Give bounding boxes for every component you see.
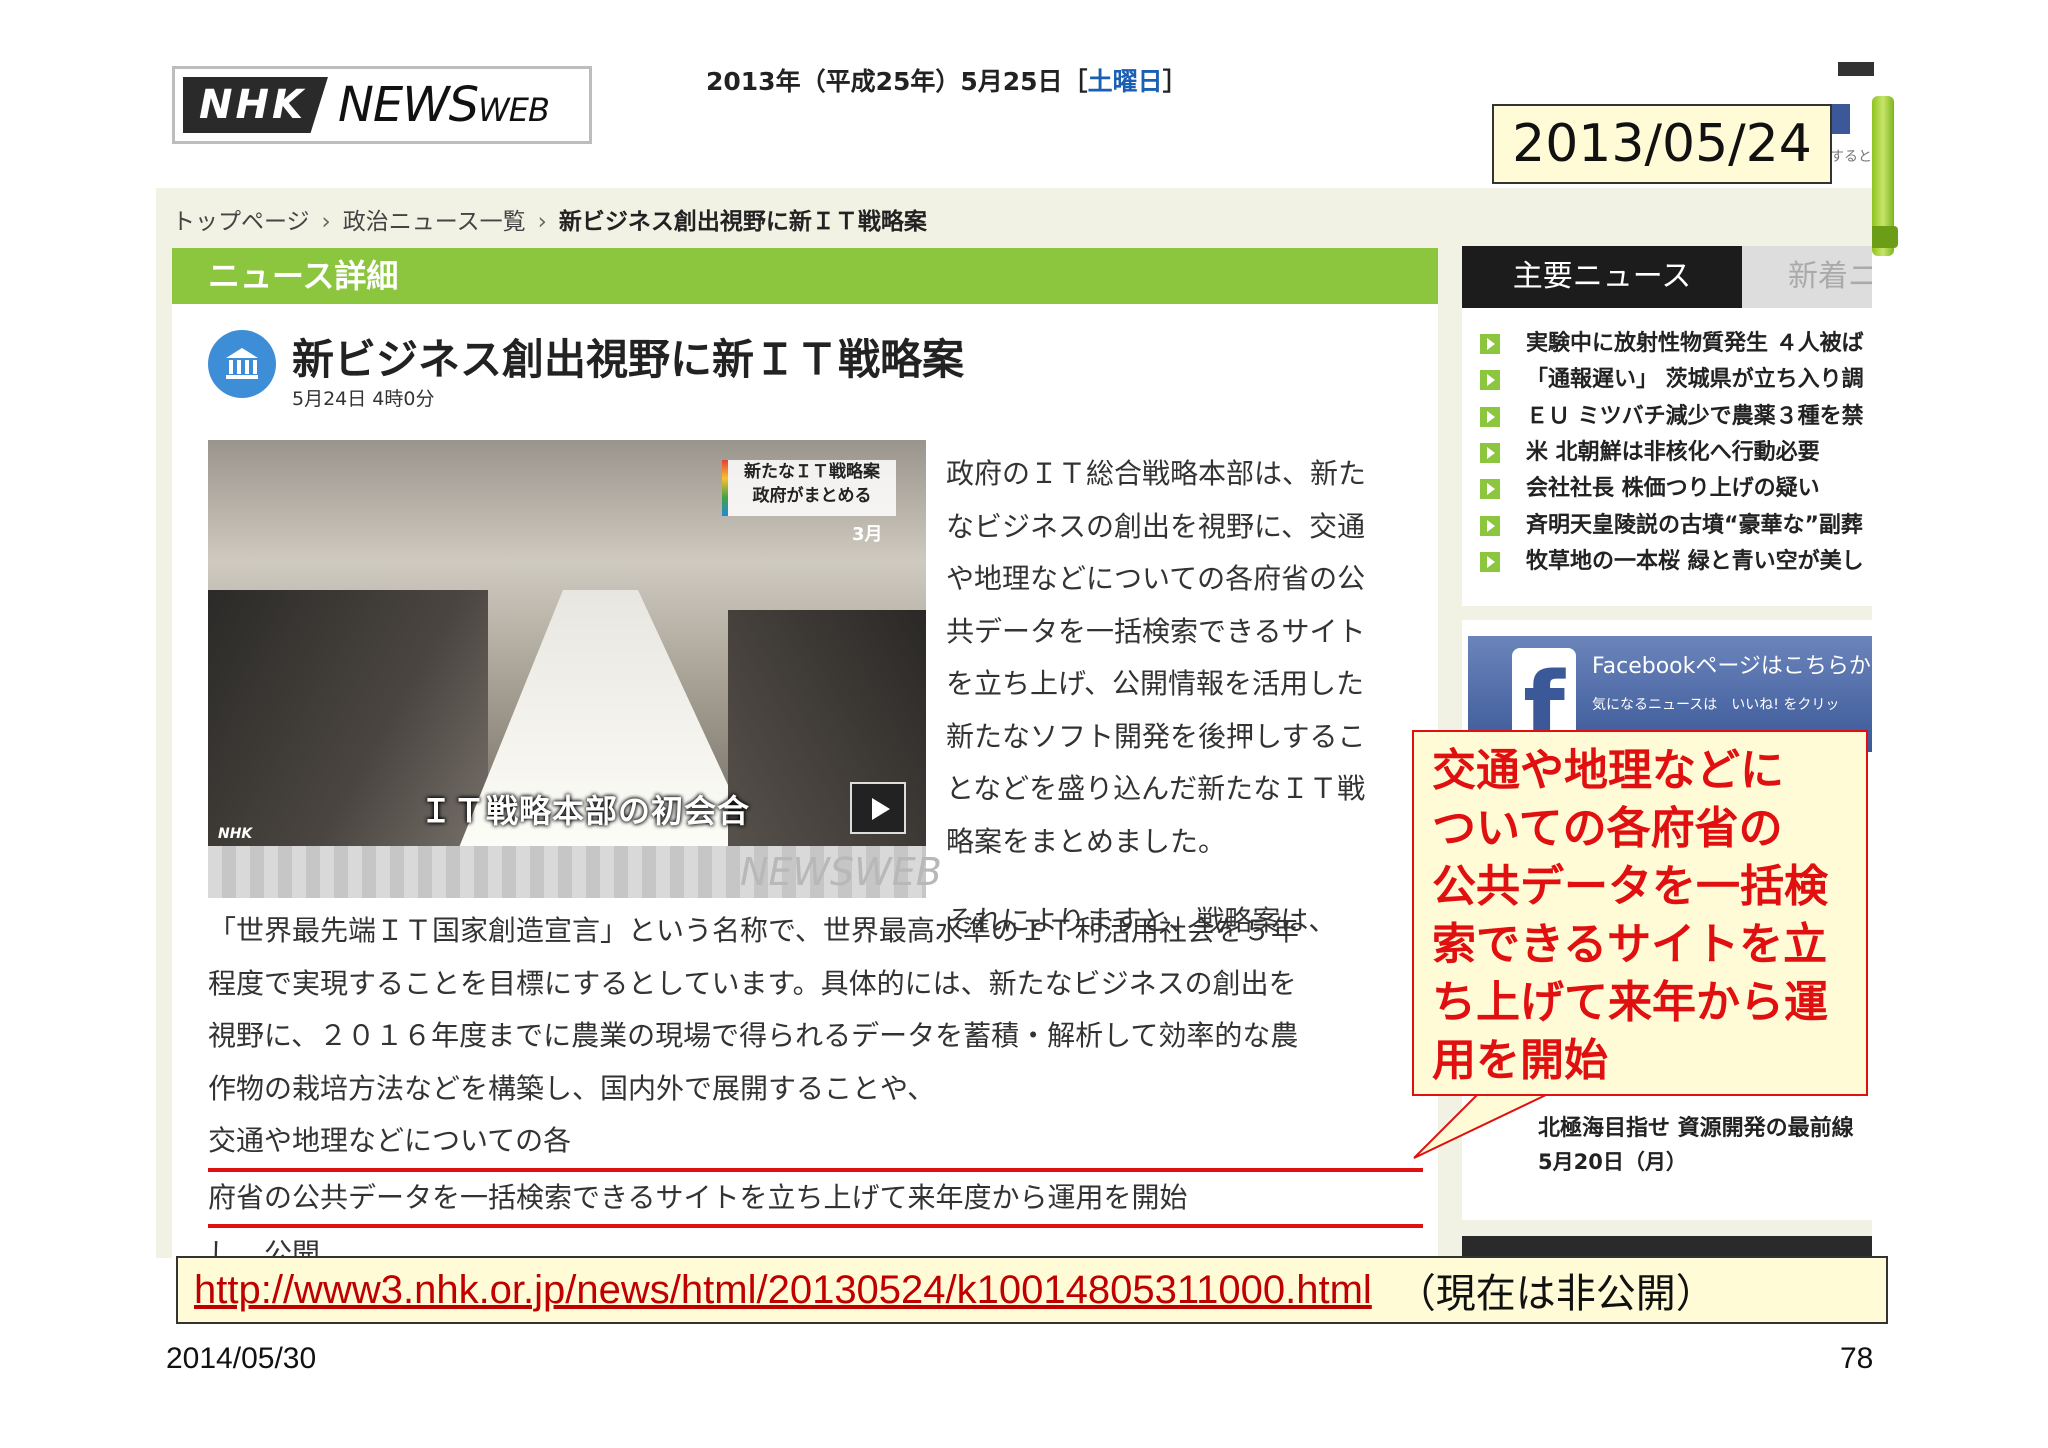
breadcrumb-current: 新ビジネス創出視野に新ＩＴ戦略案: [558, 209, 927, 235]
source-url-box: http://www3.nhk.or.jp/news/html/20130524…: [176, 1256, 1888, 1324]
news-detail-header: ニュース詳細: [172, 248, 1438, 304]
logo-newsweb: NEWSWEB: [337, 77, 550, 133]
video-footer-brand: NEWSWEB: [740, 850, 942, 894]
video-topic-label: 新たなＩＴ戦略案 政府がまとめる: [722, 460, 896, 516]
header-date-day[interactable]: 土曜日: [1088, 67, 1163, 96]
arrow-right-icon: [1480, 370, 1500, 391]
search-bar-fragment[interactable]: [1838, 62, 1874, 76]
side-news-date: 5月20日（月）: [1538, 1150, 1687, 1174]
facebook-banner-subtitle: 気になるニュースは いいね! をクリッ: [1592, 697, 1840, 713]
side-news-title[interactable]: 北極海目指せ 資源開発の最前線: [1538, 1110, 1854, 1142]
header-date: 2013年（平成25年）5月25日［土曜日］: [706, 67, 1188, 96]
tab-new-news[interactable]: 新着ニ: [1742, 246, 1872, 308]
list-item[interactable]: ＥＵ ミツバチ減少で農薬３種を禁: [1480, 399, 1872, 435]
breadcrumb-politics[interactable]: 政治ニュース一覧: [343, 209, 526, 235]
nhk-newsweb-logo[interactable]: NHK NEWSWEB: [172, 66, 592, 144]
video-month: 3月: [852, 524, 883, 545]
annotation-date-box: 2013/05/24: [1492, 104, 1832, 184]
source-url-link[interactable]: http://www3.nhk.or.jp/news/html/20130524…: [194, 1268, 1372, 1313]
share-button-fragment[interactable]: [1830, 104, 1850, 134]
arrow-right-icon: [1480, 443, 1500, 464]
video-caption: ＩＴ戦略本部の初会合: [420, 792, 751, 830]
video-corner-logo: NHK: [218, 826, 253, 842]
arrow-right-icon: [1480, 479, 1500, 500]
arrow-right-icon: [1480, 406, 1500, 427]
breadcrumb-separator: ›: [321, 209, 331, 235]
arrow-right-icon: [1480, 334, 1500, 355]
list-item[interactable]: 実験中に放射性物質発生 ４人被ば: [1480, 326, 1872, 362]
scroll-pin-cap: [1868, 226, 1898, 248]
article-date: 5月24日 4時0分: [292, 388, 435, 410]
source-url-note: （現在は非公開）: [1395, 1271, 1716, 1317]
logo-nhk: NHK: [183, 77, 328, 133]
breadcrumb-separator: ›: [537, 209, 547, 235]
breadcrumb: トップページ › 政治ニュース一覧 › 新ビジネス創出視野に新ＩＴ戦略案: [172, 202, 927, 236]
breadcrumb-top[interactable]: トップページ: [172, 209, 310, 235]
facebook-banner-title: Facebookページはこちらから: [1592, 654, 1893, 679]
government-building-icon: [208, 330, 276, 398]
list-item[interactable]: 「通報遅い」 茨城県が立ち入り調: [1480, 362, 1872, 398]
highlight-underline: 府省の公共データを一括検索できるサイトを立ち上げて来年度から運用を開始: [208, 1172, 1423, 1228]
play-icon[interactable]: [850, 782, 906, 834]
list-item[interactable]: 米 北朝鮮は非核化へ行動必要: [1480, 435, 1872, 471]
list-item[interactable]: 牧草地の一本桜 緑と青い空が美し: [1480, 544, 1872, 580]
arrow-right-icon: [1480, 515, 1500, 536]
main-news-list: 実験中に放射性物質発生 ４人被ば 「通報遅い」 茨城県が立ち入り調 ＥＵ ミツバ…: [1480, 326, 1872, 580]
footer-date: 2014/05/30: [166, 1342, 317, 1375]
arrow-right-icon: [1480, 551, 1500, 572]
annotation-callout: 交通や地理などに ついての各府省の 公共データを一括検 索できるサイトを立 ち上…: [1412, 730, 1868, 1096]
article-title: 新ビジネス創出視野に新ＩＴ戦略案: [292, 335, 965, 384]
list-item[interactable]: 会社社長 株価つり上げの疑い: [1480, 471, 1872, 507]
highlight-underline: 交通や地理などについての各: [208, 1115, 1423, 1172]
page-number: 78: [1840, 1342, 1874, 1375]
list-item[interactable]: 斉明天皇陵説の古墳“豪華な”副葬: [1480, 507, 1872, 543]
tab-main-news[interactable]: 主要ニュース: [1462, 246, 1742, 308]
article-paragraph-1: 政府のＩＴ総合戦略本部は、新た なビジネスの創出を視野に、交通 や地理などについ…: [946, 457, 1367, 858]
